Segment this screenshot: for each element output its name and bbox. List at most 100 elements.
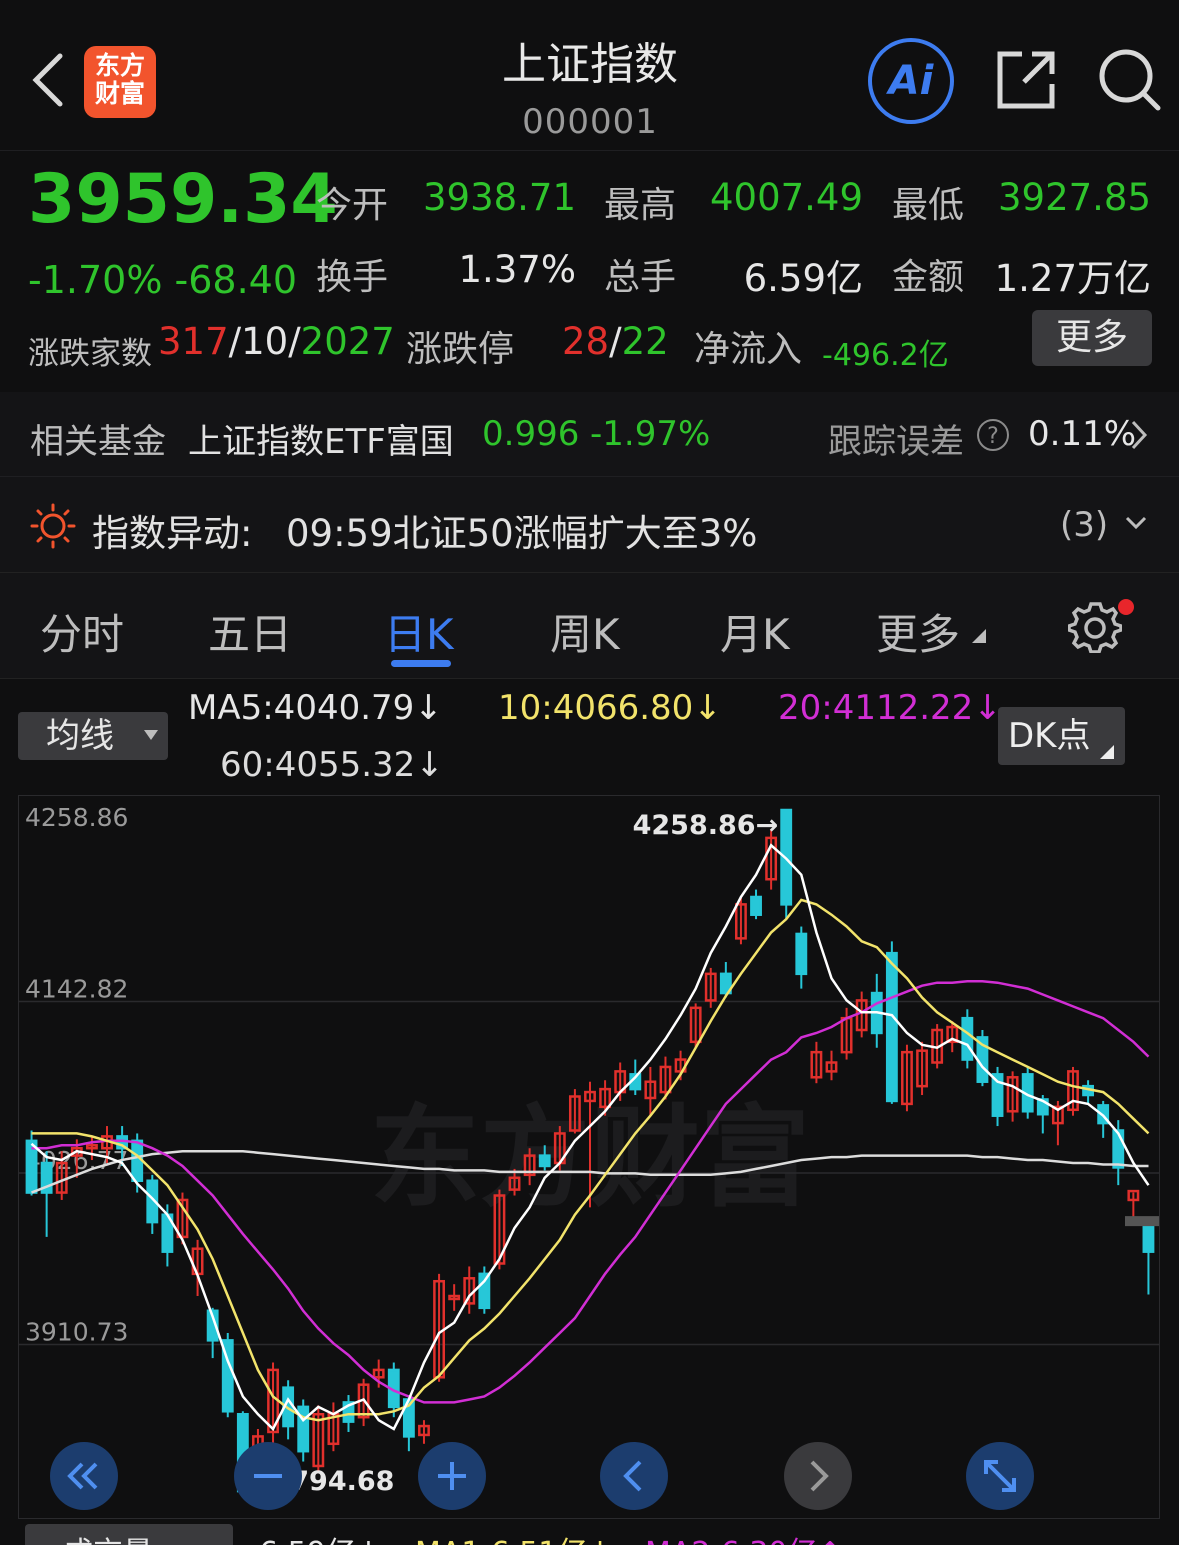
low-value: 3927.85 — [997, 176, 1151, 219]
y-tick-label: 4258.86 — [25, 803, 128, 832]
ma-select-label: 均线 — [46, 716, 114, 756]
price-change: -1.70% -68.40 — [28, 258, 297, 302]
alert-text: 09:59北证50涨幅扩大至3% — [286, 512, 758, 555]
tab-weekly-k[interactable]: 周K — [550, 601, 620, 662]
gear-icon[interactable] — [1068, 599, 1122, 653]
y-tick-label: 3910.73 — [25, 1317, 128, 1346]
zoom-out-button[interactable] — [234, 1442, 302, 1510]
kline-chart-svg: 东方财富4258.864142.824026.773910.734258.86→… — [19, 803, 1159, 1497]
plus-icon — [438, 1462, 466, 1490]
tracking-error-value: 0.11% — [1028, 414, 1137, 454]
page-title: 上证指数 — [502, 39, 678, 90]
double-chevron-left-icon — [67, 1462, 98, 1490]
change-percent: -1.70% — [28, 258, 163, 302]
fund-pct: -1.97% — [590, 414, 711, 454]
ma20-value: 20:4112.22↓ — [778, 688, 1002, 728]
related-fund-row[interactable]: 相关基金 上证指数ETF富国 0.996 -1.97% 跟踪误差 ? 0.11% — [0, 392, 1179, 476]
tab-more[interactable]: 更多 — [876, 601, 960, 662]
logo-text-top: 东方 — [94, 51, 145, 80]
tab-intraday[interactable]: 分时 — [40, 601, 124, 662]
y-tick-label: 4142.82 — [25, 974, 128, 1003]
volume-bar: 成交量 6.59亿↓ MA1:6.51亿↓ MA2:6.30亿↑ — [25, 1524, 1179, 1545]
volume-total: 6.59亿↓ — [259, 1528, 381, 1545]
ma60-value: 60:4055.32↓ — [220, 745, 444, 785]
dk-point-label: DK点 — [1008, 716, 1091, 756]
fast-backward-button[interactable] — [50, 1442, 118, 1510]
tracking-error-label: 跟踪误差 — [828, 422, 964, 462]
flat-count: 10 — [241, 320, 289, 363]
period-tabs: 分时 五日 日K 周K 月K 更多 — [0, 572, 1179, 679]
alert-label: 指数异动: — [92, 512, 253, 555]
max-price-label: 4258.86→ — [633, 810, 779, 841]
tab-daily-k[interactable]: 日K — [384, 601, 454, 662]
open-value: 3938.71 — [422, 176, 576, 219]
volume-value: 6.59亿 — [743, 257, 863, 300]
alert-count: (3) — [1060, 505, 1109, 545]
last-price-marker — [1125, 1216, 1159, 1227]
volume-ma2: MA2:6.30亿↑ — [645, 1528, 843, 1545]
fund-price: 0.996 — [482, 414, 580, 454]
dk-point-button[interactable]: DK点 — [998, 707, 1125, 765]
amount-label: 金额 — [892, 257, 965, 298]
limit-down-count: 22 — [621, 320, 669, 363]
change-points: -68.40 — [174, 258, 298, 302]
kline-chart[interactable]: 东方财富 4258.86 4142.82 4026.77 3910.73 4258.86→… — [18, 795, 1160, 1519]
candle-body — [961, 1016, 974, 1061]
netflow-label: 净流入 — [694, 329, 803, 370]
zoom-in-button[interactable] — [418, 1442, 486, 1510]
amount-value: 1.27万亿 — [994, 257, 1151, 300]
corner-triangle-icon — [972, 629, 986, 643]
search-icon[interactable] — [1098, 48, 1162, 112]
top-bar: 东方 财富 上证指数 000001 Ai — [0, 0, 1179, 151]
up-count: 317 — [158, 320, 229, 363]
candle-body — [1142, 1220, 1155, 1253]
breadth-label: 涨跌家数 — [28, 336, 152, 372]
ma-select[interactable]: 均线 — [18, 712, 168, 760]
candle-body — [538, 1154, 551, 1168]
volume-label: 总手 — [604, 257, 677, 298]
breadth-values: 317/10/2027 — [158, 320, 395, 363]
fund-name: 上证指数ETF富国 — [188, 422, 454, 462]
sun-alert-icon — [30, 503, 76, 549]
candle-body — [885, 951, 898, 1103]
candle-body — [131, 1139, 144, 1182]
turnover-label: 换手 — [316, 257, 389, 298]
expand-arrows-icon — [984, 1460, 1016, 1492]
app-logo: 东方 财富 — [84, 46, 156, 118]
step-right-button[interactable] — [784, 1442, 852, 1510]
high-value: 4007.49 — [709, 176, 863, 219]
svg-text:?: ? — [987, 424, 999, 449]
limit-values: 28/22 — [562, 320, 669, 363]
expand-button[interactable] — [966, 1442, 1034, 1510]
tab-five-day[interactable]: 五日 — [208, 601, 292, 662]
ma5-value: MA5:4040.79↓ — [188, 688, 443, 728]
limit-up-count: 28 — [562, 320, 610, 363]
notification-dot — [1118, 599, 1134, 615]
volume-select[interactable]: 成交量 — [25, 1524, 233, 1545]
minus-icon — [254, 1474, 282, 1478]
step-left-button[interactable] — [600, 1442, 668, 1510]
logo-text-bottom: 财富 — [94, 79, 145, 108]
chevron-right-icon — [1131, 420, 1148, 450]
volume-select-label: 成交量 — [63, 1528, 153, 1545]
more-button[interactable]: 更多 — [1032, 310, 1152, 366]
back-arrow-icon[interactable] — [28, 50, 68, 110]
candle-body — [750, 895, 762, 916]
fund-label: 相关基金 — [30, 422, 166, 462]
help-icon[interactable]: ? — [976, 418, 1010, 452]
ai-assistant-button[interactable]: Ai — [868, 38, 954, 124]
open-label: 今开 — [316, 185, 389, 226]
last-price: 3959.34 — [28, 160, 338, 239]
chevron-down-icon[interactable] — [1124, 515, 1148, 531]
active-tab-indicator — [391, 660, 451, 667]
low-label: 最低 — [892, 185, 965, 226]
chevron-left-icon — [623, 1460, 642, 1492]
netflow-value: -496.2亿 — [822, 338, 949, 373]
limit-label: 涨跌停 — [406, 329, 515, 370]
share-icon[interactable] — [994, 48, 1058, 112]
index-alert-row[interactable]: 指数异动: 09:59北证50涨幅扩大至3% (3) — [0, 476, 1179, 573]
corner-triangle-icon — [1100, 745, 1114, 759]
turnover-value: 1.37% — [458, 248, 576, 291]
tab-monthly-k[interactable]: 月K — [720, 601, 790, 662]
volume-ma1: MA1:6.51亿↓ — [415, 1528, 613, 1545]
